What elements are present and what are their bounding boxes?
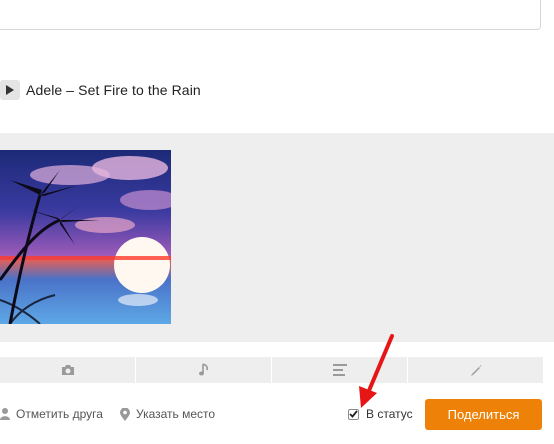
status-option[interactable]: В статус <box>348 407 413 421</box>
music-track: Adele – Set Fire to the Rain <box>0 80 201 100</box>
add-text-button[interactable] <box>272 357 408 383</box>
attachment-toolbar <box>0 357 543 383</box>
music-note-icon <box>198 363 208 376</box>
attached-photo[interactable] <box>0 150 171 324</box>
add-drawing-button[interactable] <box>408 357 543 383</box>
share-button[interactable]: Поделиться <box>425 399 542 430</box>
person-icon <box>0 408 10 420</box>
sunset-palm-photo <box>0 150 171 324</box>
camera-icon <box>61 365 74 375</box>
image-attachment-panel <box>0 133 554 342</box>
status-checkbox-label: В статус <box>366 407 413 421</box>
play-icon <box>6 85 14 95</box>
add-photo-button[interactable] <box>0 357 136 383</box>
tag-place-link[interactable]: Указать место <box>120 407 215 421</box>
pencil-icon <box>470 365 481 376</box>
add-music-button[interactable] <box>136 357 272 383</box>
tag-friend-link[interactable]: Отметить друга <box>0 407 103 421</box>
track-title[interactable]: Adele – Set Fire to the Rain <box>26 82 201 98</box>
text-lines-icon <box>332 364 347 376</box>
play-button[interactable] <box>0 80 20 100</box>
status-checkbox[interactable] <box>348 408 359 420</box>
tag-place-label: Указать место <box>136 407 216 421</box>
post-actions-row: Отметить друга Указать место В статус По… <box>0 398 554 432</box>
location-pin-icon <box>120 407 130 421</box>
checkmark-icon <box>349 410 358 418</box>
tag-friend-label: Отметить друга <box>16 407 103 421</box>
post-text-area[interactable] <box>0 0 541 30</box>
